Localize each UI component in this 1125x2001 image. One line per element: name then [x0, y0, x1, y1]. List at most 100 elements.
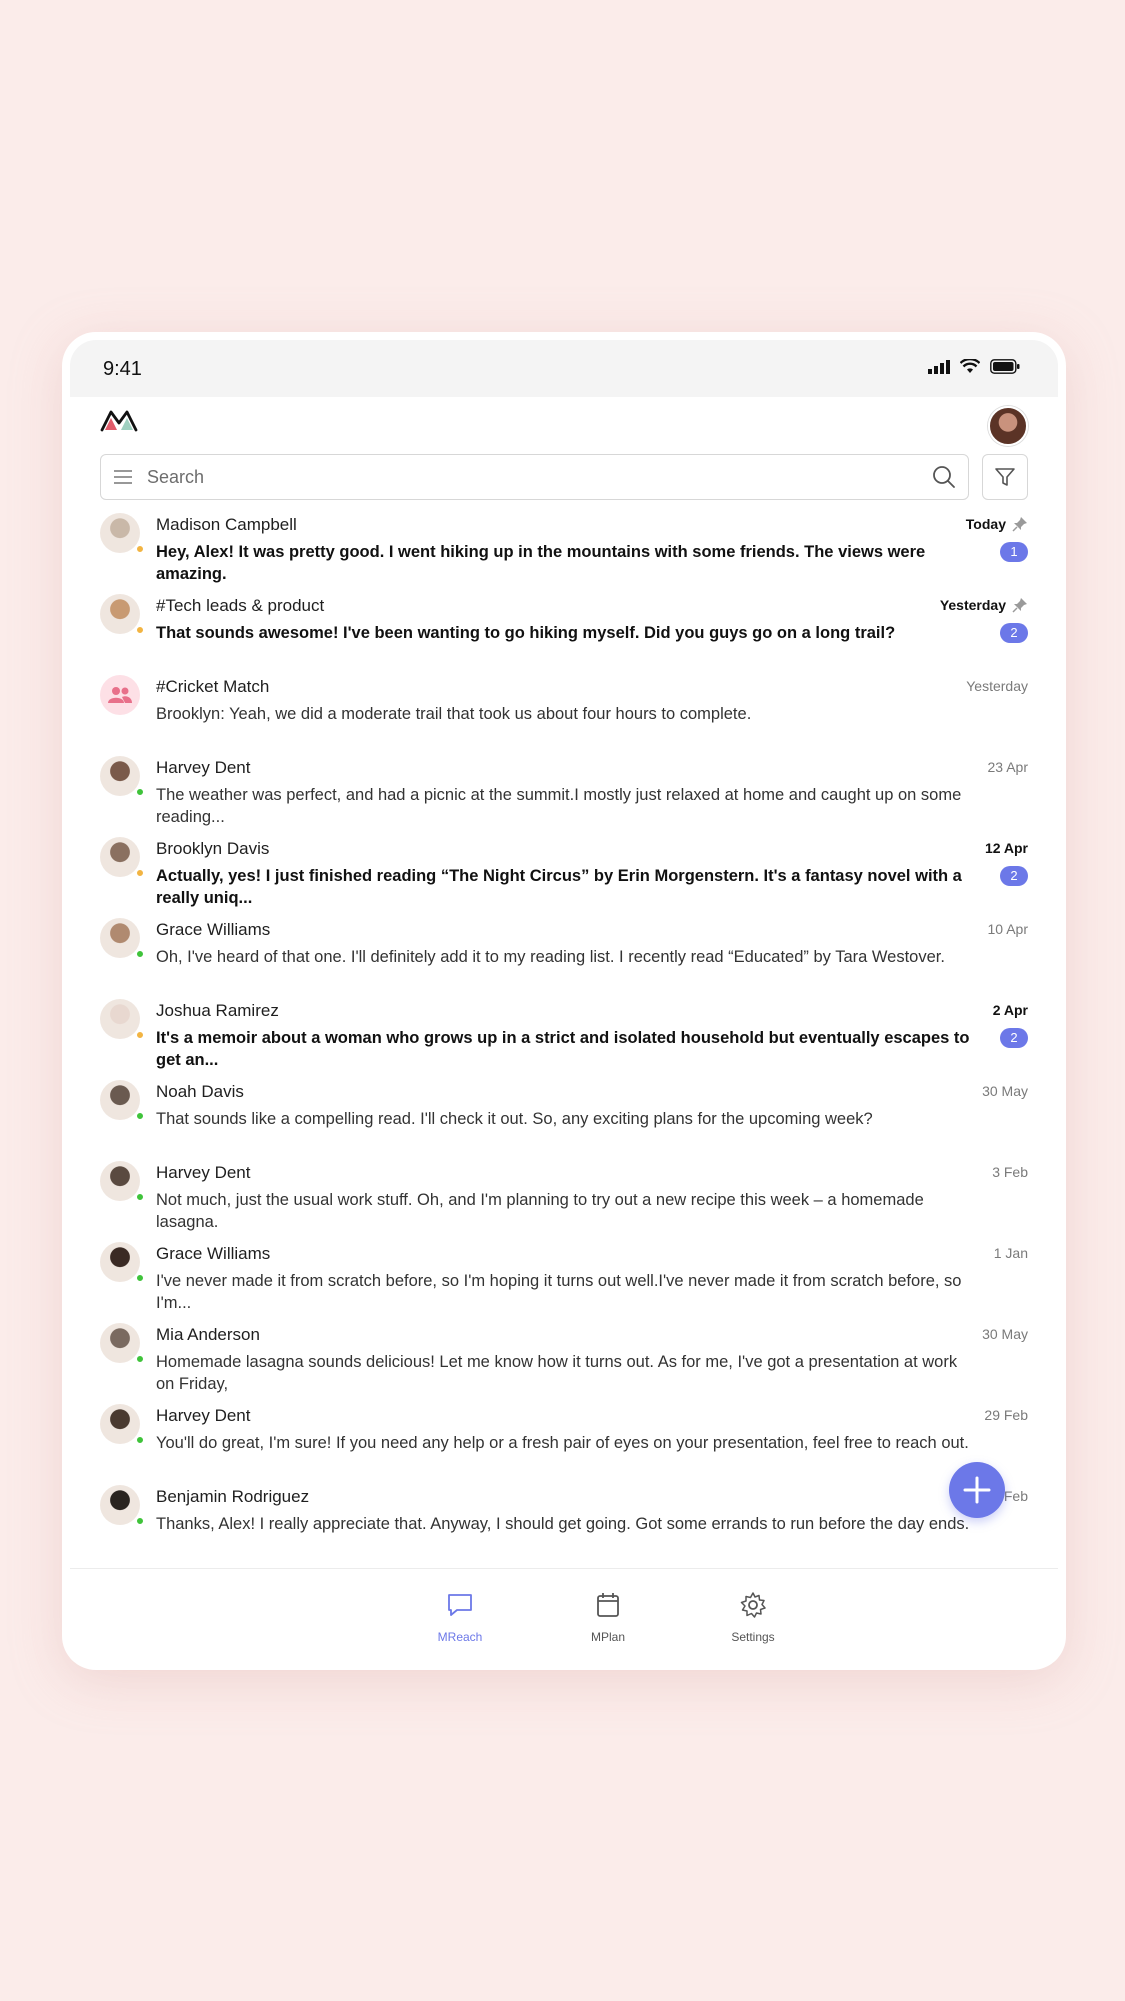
conversation-preview: Brooklyn: Yeah, we did a moderate trail … [156, 705, 752, 723]
phone-frame: 9:41 Madison Campbell Today Hey, Alex! It … [62, 332, 1066, 1670]
avatar [100, 1404, 140, 1444]
avatar [100, 1485, 140, 1525]
avatar [100, 999, 140, 1039]
conversation-item[interactable]: Grace Williams 1 Jan I've never made it fr… [100, 1239, 1028, 1320]
conversation-item[interactable]: #Tech leads & product Yesterday That sound… [100, 591, 1028, 672]
conversation-preview: I've never made it from scratch before, … [156, 1272, 962, 1312]
conversation-item[interactable]: Benjamin Rodriguez 2 Feb Thanks, Alex! I r… [100, 1482, 1028, 1563]
gear-icon [740, 1592, 766, 1618]
presence-dot [135, 1273, 145, 1283]
presence-dot [135, 1435, 145, 1445]
presence-dot [135, 544, 145, 554]
conversation-item[interactable]: Joshua Ramirez 2 Apr It's a memoir about a… [100, 996, 1028, 1077]
conversation-item[interactable]: Noah Davis 30 May That sounds like a compe… [100, 1077, 1028, 1158]
group-icon [108, 687, 132, 703]
app-bar [100, 406, 1028, 452]
conversation-date: Today [966, 516, 1028, 532]
signal-icon [928, 359, 950, 374]
conversation-name: Noah Davis [156, 1082, 244, 1101]
conversation-name: Grace Williams [156, 1244, 271, 1263]
conversation-preview: That sounds awesome! I've been wanting t… [156, 624, 896, 642]
profile-avatar[interactable] [988, 406, 1028, 446]
date-text: 29 Feb [984, 1407, 1028, 1423]
conversation-preview: You'll do great, I'm sure! If you need a… [156, 1434, 969, 1452]
conversation-date: 29 Feb [984, 1407, 1028, 1423]
avatar [100, 1242, 140, 1282]
status-bar: 9:41 [70, 340, 1058, 397]
conversation-name: Harvey Dent [156, 1406, 251, 1425]
nav-item-settings[interactable]: Settings [713, 1591, 793, 1644]
presence-dot [135, 868, 145, 878]
conversation-preview: Not much, just the usual work stuff. Oh,… [156, 1191, 924, 1231]
date-text: 3 Feb [992, 1164, 1028, 1180]
search-icon[interactable] [932, 465, 956, 489]
filter-button[interactable] [982, 454, 1028, 500]
date-text: 2 Apr [992, 1002, 1028, 1018]
conversation-name: Grace Williams [156, 920, 271, 939]
bottom-nav: MReach MPlan Settings [70, 1568, 1058, 1662]
conversation-item[interactable]: Harvey Dent 29 Feb You'll do great, I'm su… [100, 1401, 1028, 1482]
filter-icon [995, 468, 1015, 486]
nav-item-mreach[interactable]: MReach [420, 1591, 500, 1644]
presence-dot [135, 1111, 145, 1121]
conversation-item[interactable]: #Cricket Match Yesterday Brooklyn: Yeah, w… [100, 672, 1028, 753]
date-text: Yesterday [966, 678, 1028, 694]
pin-icon [1012, 598, 1027, 613]
conversation-item[interactable]: Harvey Dent 3 Feb Not much, just the usual… [100, 1158, 1028, 1239]
conversation-name: Harvey Dent [156, 1163, 251, 1182]
conversation-name: Benjamin Rodriguez [156, 1487, 310, 1506]
conversation-preview: That sounds like a compelling read. I'll… [156, 1110, 873, 1128]
avatar [100, 513, 140, 553]
presence-dot [135, 1030, 145, 1040]
conversation-date: 2 Apr [993, 1002, 1028, 1018]
conversation-preview: The weather was perfect, and had a picni… [156, 786, 962, 826]
unread-badge: 2 [1000, 1028, 1028, 1048]
calendar-icon [597, 1593, 619, 1617]
wifi-icon [960, 359, 980, 373]
conversation-item[interactable]: Madison Campbell Today Hey, Alex! It was p… [100, 510, 1028, 591]
conversation-date: Yesterday [966, 678, 1028, 694]
nav-label: Settings [731, 1630, 775, 1644]
avatar [100, 594, 140, 634]
nav-label: MPlan [590, 1630, 625, 1644]
date-text: 23 Apr [987, 759, 1028, 775]
unread-badge: 2 [1000, 623, 1028, 643]
conversation-date: 1 Jan [994, 1245, 1028, 1261]
menu-icon[interactable] [113, 470, 133, 484]
presence-dot [135, 625, 145, 635]
app-logo [100, 410, 138, 432]
presence-dot [135, 787, 145, 797]
conversation-item[interactable]: Brooklyn Davis 12 Apr Actually, yes! I jus… [100, 834, 1028, 915]
conversation-name: Madison Campbell [156, 515, 297, 534]
nav-label: MReach [437, 1630, 483, 1644]
battery-icon [990, 359, 1020, 374]
avatar [100, 1161, 140, 1201]
avatar [100, 1323, 140, 1363]
chat-icon [448, 1594, 472, 1616]
conversation-name: Joshua Ramirez [156, 1001, 279, 1020]
status-icons [928, 359, 1020, 374]
conversation-date: 23 Apr [988, 759, 1028, 775]
presence-dot [135, 1192, 145, 1202]
conversation-preview: Homemade lasagna sounds delicious! Let m… [156, 1353, 958, 1393]
conversation-item[interactable]: Harvey Dent 23 Apr The weather was perfect… [100, 753, 1028, 834]
new-message-button[interactable] [949, 1462, 1005, 1518]
avatar [100, 1080, 140, 1120]
conversation-date: 30 May [982, 1326, 1028, 1342]
conversation-item[interactable]: Grace Williams 10 Apr Oh, I've heard of th… [100, 915, 1028, 996]
conversation-name: #Tech leads & product [156, 596, 325, 615]
date-text: 30 May [982, 1083, 1028, 1099]
plus-icon [963, 1476, 991, 1504]
conversation-preview: Oh, I've heard of that one. I'll definit… [156, 948, 945, 966]
conversation-date: 12 Apr [985, 840, 1028, 856]
date-text: 10 Apr [987, 921, 1028, 937]
search-bar [100, 454, 969, 500]
conversation-name: Mia Anderson [156, 1325, 260, 1344]
conversation-item[interactable]: Mia Anderson 30 May Homemade lasagna sound… [100, 1320, 1028, 1401]
avatar [100, 756, 140, 796]
avatar [100, 837, 140, 877]
conversation-date: 30 May [982, 1083, 1028, 1099]
conversation-name: #Cricket Match [156, 677, 270, 696]
search-input[interactable] [147, 466, 918, 488]
nav-item-mplan[interactable]: MPlan [568, 1591, 648, 1644]
